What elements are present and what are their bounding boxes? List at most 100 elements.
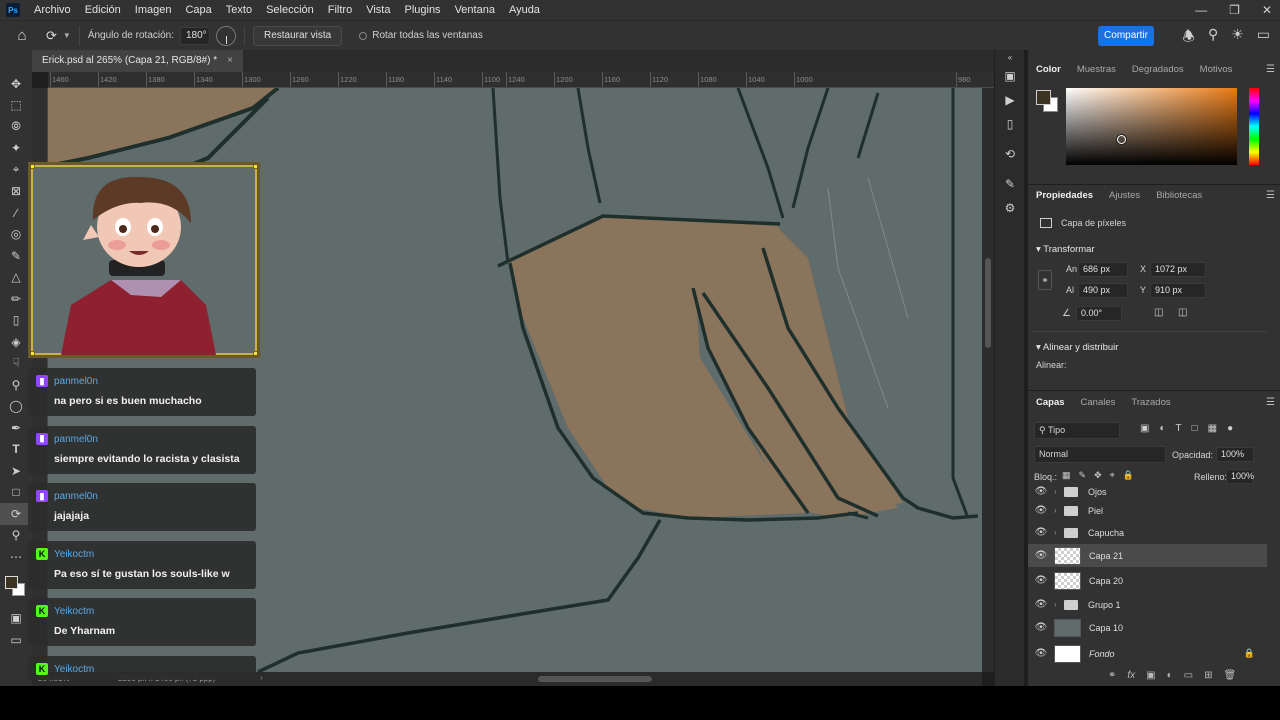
collapse-arrows-icon[interactable]: « (995, 50, 1025, 64)
hue-slider[interactable] (1249, 88, 1259, 165)
visibility-eye-icon[interactable]: 👁 (1028, 648, 1054, 659)
panel-menu-icon[interactable]: ☰ (1266, 190, 1275, 201)
magic-wand-tool-icon[interactable]: ✦ (0, 138, 32, 160)
menu-ayuda[interactable]: Ayuda (502, 4, 547, 16)
tab-canales[interactable]: Canales (1073, 397, 1124, 408)
align-section-header[interactable]: ▾ Alinear y distribuir (1036, 342, 1118, 353)
flip-vertical-icon[interactable]: ◫ (1178, 307, 1187, 318)
filter-smart-icon[interactable]: ▦ (1208, 423, 1217, 434)
tab-motivos[interactable]: Motivos (1192, 64, 1241, 75)
transform-handle[interactable] (31, 165, 35, 169)
marquee-tool-icon[interactable]: ⬚ (0, 95, 32, 117)
visibility-eye-icon[interactable]: 👁 (1028, 550, 1054, 561)
lock-paint-icon[interactable]: ✎ (1079, 470, 1087, 481)
rotation-angle-input[interactable]: 180° (180, 26, 210, 45)
transform-handle[interactable] (31, 351, 35, 355)
link-layers-icon[interactable]: ⚭ (1108, 670, 1116, 681)
navigator-icon[interactable]: ▣ (995, 64, 1025, 88)
vertical-scrollbar[interactable] (982, 88, 994, 672)
tab-muestras[interactable]: Muestras (1069, 64, 1124, 75)
filter-type-icon[interactable]: T (1176, 423, 1182, 434)
menu-texto[interactable]: Texto (219, 4, 259, 16)
horizontal-scroll-thumb[interactable] (538, 676, 652, 682)
rotate-view-tool-icon[interactable]: ⟳ (46, 28, 57, 44)
angle-input[interactable]: 0.00° (1076, 306, 1122, 321)
menu-edicion[interactable]: Edición (78, 4, 128, 16)
chevron-right-icon[interactable]: › (1054, 506, 1064, 515)
lock-all-icon[interactable]: 🔒 (1123, 470, 1134, 481)
opacity-input[interactable]: 100% (1216, 447, 1254, 462)
tab-degradados[interactable]: Degradados (1124, 64, 1192, 75)
status-chevron-icon[interactable]: › (260, 673, 263, 682)
foreground-color-swatch[interactable] (1036, 90, 1051, 105)
layer-row[interactable]: 👁 Fondo 🔒 (1028, 642, 1267, 665)
panel-menu-icon[interactable]: ☰ (1266, 64, 1275, 75)
visibility-eye-icon[interactable]: 👁 (1028, 575, 1054, 586)
tab-color[interactable]: Color (1028, 64, 1069, 75)
brushes-icon[interactable]: ✎ (995, 172, 1025, 196)
lock-position-icon[interactable]: ✥ (1094, 470, 1102, 481)
visibility-eye-icon[interactable]: 👁 (1028, 505, 1054, 516)
workspace-icon[interactable]: ▭ (1257, 26, 1270, 50)
color-picker-cursor[interactable] (1117, 135, 1126, 144)
comments-icon[interactable]: ▯ (995, 112, 1025, 136)
chevron-right-icon[interactable]: › (1054, 528, 1064, 537)
menu-plugins[interactable]: Plugins (397, 4, 447, 16)
y-input[interactable]: 910 px (1150, 283, 1206, 298)
menu-ventana[interactable]: Ventana (448, 4, 502, 16)
tab-ajustes[interactable]: Ajustes (1101, 190, 1148, 201)
menu-seleccion[interactable]: Selección (259, 4, 321, 16)
add-mask-icon[interactable]: ▣ (1146, 670, 1155, 681)
move-tool-icon[interactable]: ✥ (0, 73, 32, 95)
layer-row[interactable]: 👁 › Capucha (1028, 521, 1267, 544)
fill-input[interactable]: 100% (1226, 469, 1254, 484)
menu-filtro[interactable]: Filtro (321, 4, 359, 16)
scroll-thumb[interactable] (985, 258, 991, 348)
foreground-color-swatch[interactable] (5, 575, 18, 589)
restore-icon[interactable]: ❐ (1229, 3, 1240, 17)
x-input[interactable]: 1072 px (1150, 262, 1206, 277)
layer-row-selected[interactable]: 👁 Capa 21 (1028, 544, 1267, 567)
filter-shape-icon[interactable]: □ (1192, 423, 1198, 434)
flip-horizontal-icon[interactable]: ◫ (1154, 307, 1163, 318)
tab-capas[interactable]: Capas (1028, 397, 1073, 408)
link-icon[interactable]: ⚭ (1038, 270, 1052, 290)
tab-trazados[interactable]: Trazados (1123, 397, 1178, 408)
search-icon[interactable]: ⚲ (1208, 26, 1218, 50)
filter-toggle-icon[interactable]: ● (1227, 423, 1233, 434)
new-group-icon[interactable]: ▭ (1184, 670, 1193, 681)
minimize-icon[interactable]: — (1195, 3, 1207, 17)
menu-imagen[interactable]: Imagen (128, 4, 179, 16)
layer-row[interactable]: 👁 › Grupo 1 (1028, 593, 1267, 616)
filter-pixel-icon[interactable]: ▣ (1140, 423, 1149, 434)
discover-icon[interactable]: ☀ (1231, 26, 1244, 50)
color-picker-field[interactable] (1066, 88, 1237, 165)
reset-view-button[interactable]: Restaurar vista (253, 25, 343, 46)
document-tab[interactable]: Erick.psd al 265% (Capa 21, RGB/8#) * × (32, 50, 243, 72)
lock-artboard-icon[interactable]: ⌖ (1110, 470, 1115, 481)
visibility-eye-icon[interactable]: 👁 (1028, 599, 1054, 610)
filter-adjustment-icon[interactable]: ◐ (1159, 423, 1165, 434)
tool-presets-icon[interactable]: ⚙ (995, 196, 1025, 220)
layer-row[interactable]: 👁 Capa 10 (1028, 616, 1267, 639)
menu-capa[interactable]: Capa (178, 4, 218, 16)
chevron-right-icon[interactable]: › (1054, 600, 1064, 609)
blend-mode-select[interactable]: Normal (1034, 446, 1166, 463)
layer-row[interactable]: 👁 › Piel (1028, 499, 1267, 522)
tab-bibliotecas[interactable]: Bibliotecas (1148, 190, 1210, 201)
bell-icon[interactable]: 🕭 (1182, 26, 1195, 50)
panel-menu-icon[interactable]: ☰ (1266, 397, 1275, 408)
visibility-eye-icon[interactable]: 👁 (1028, 527, 1054, 538)
adjustment-layer-icon[interactable]: ◐ (1167, 670, 1173, 681)
width-input[interactable]: 686 px (1078, 262, 1128, 277)
close-window-icon[interactable]: ✕ (1262, 3, 1272, 17)
trash-icon[interactable]: 🗑 (1224, 670, 1237, 681)
history-icon[interactable]: ⟲ (995, 142, 1025, 166)
height-input[interactable]: 490 px (1078, 283, 1128, 298)
home-icon[interactable]: ⌂ (0, 27, 44, 44)
chevron-right-icon[interactable]: › (1054, 487, 1064, 496)
close-tab-icon[interactable]: × (227, 50, 233, 72)
layer-filter-dropdown[interactable]: ⚲ Tipo (1034, 422, 1120, 439)
tool-preset-chevron-icon[interactable]: ▼ (63, 31, 71, 40)
lock-transparency-icon[interactable]: ▦ (1062, 470, 1071, 481)
